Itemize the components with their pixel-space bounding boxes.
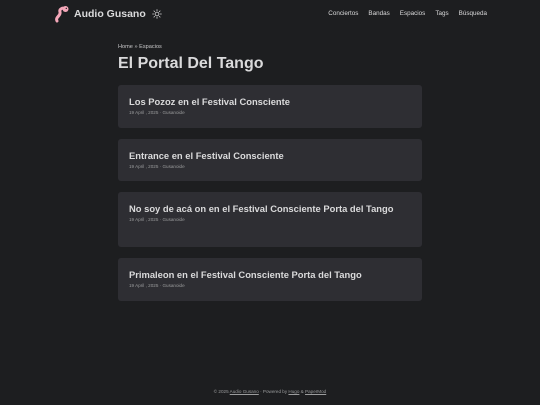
post-card[interactable]: Primaleon en el Festival Consciente Port… <box>118 258 422 301</box>
site-footer: © 2025 Audio Gusano · Powered by Hugo & … <box>0 389 540 394</box>
footer-papermod-link[interactable]: PaperMod <box>305 389 326 394</box>
post-title: Los Pozoz en el Festival Consciente <box>129 96 290 107</box>
footer-hugo-link[interactable]: Hugo <box>288 389 299 394</box>
breadcrumb-espacios[interactable]: Espacios <box>139 44 162 50</box>
nav-busqueda[interactable]: Búsqueda <box>459 10 487 17</box>
post-card[interactable]: Los Pozoz en el Festival Consciente 19 A… <box>118 85 422 128</box>
post-card[interactable]: No soy de acá on en el Festival Conscien… <box>118 192 422 247</box>
footer-copyright: © 2025 <box>213 389 230 394</box>
post-title: No soy de acá on en el Festival Conscien… <box>129 203 394 214</box>
breadcrumb-home[interactable]: Home <box>118 44 133 50</box>
nav-espacios[interactable]: Espacios <box>400 10 426 17</box>
post-card[interactable]: Entrance en el Festival Consciente 19 Ap… <box>118 139 422 181</box>
post-meta: 19 April , 2025 · Gusanoide <box>129 283 185 288</box>
footer-powered-text: · Powered by <box>258 389 289 394</box>
footer-site-link[interactable]: Audio Gusano <box>230 389 259 394</box>
nav-bandas[interactable]: Bandas <box>368 10 389 17</box>
worm-logo-icon[interactable] <box>54 5 70 23</box>
site-title-link[interactable]: Audio Gusano <box>74 8 146 20</box>
post-title: Primaleon en el Festival Consciente Port… <box>129 269 362 280</box>
post-meta: 19 April , 2025 · Gusanoide <box>129 217 185 222</box>
post-title: Entrance en el Festival Consciente <box>129 150 284 161</box>
post-meta: 19 April , 2025 · Gusanoide <box>129 164 185 169</box>
main-content: Home » Espacios El Portal Del Tango <box>118 44 422 74</box>
sun-icon[interactable] <box>151 8 162 19</box>
site-header: Audio Gusano Conciertos Bandas Espacios … <box>0 0 540 27</box>
nav-tags[interactable]: Tags <box>435 10 448 17</box>
main-nav: Conciertos Bandas Espacios Tags Búsqueda <box>318 10 487 17</box>
page-title: El Portal Del Tango <box>118 55 264 72</box>
post-meta: 19 April , 2025 · Gusanoide <box>129 110 185 115</box>
brand: Audio Gusano <box>54 5 162 23</box>
breadcrumb: Home » Espacios <box>118 44 422 50</box>
nav-conciertos[interactable]: Conciertos <box>328 10 358 17</box>
